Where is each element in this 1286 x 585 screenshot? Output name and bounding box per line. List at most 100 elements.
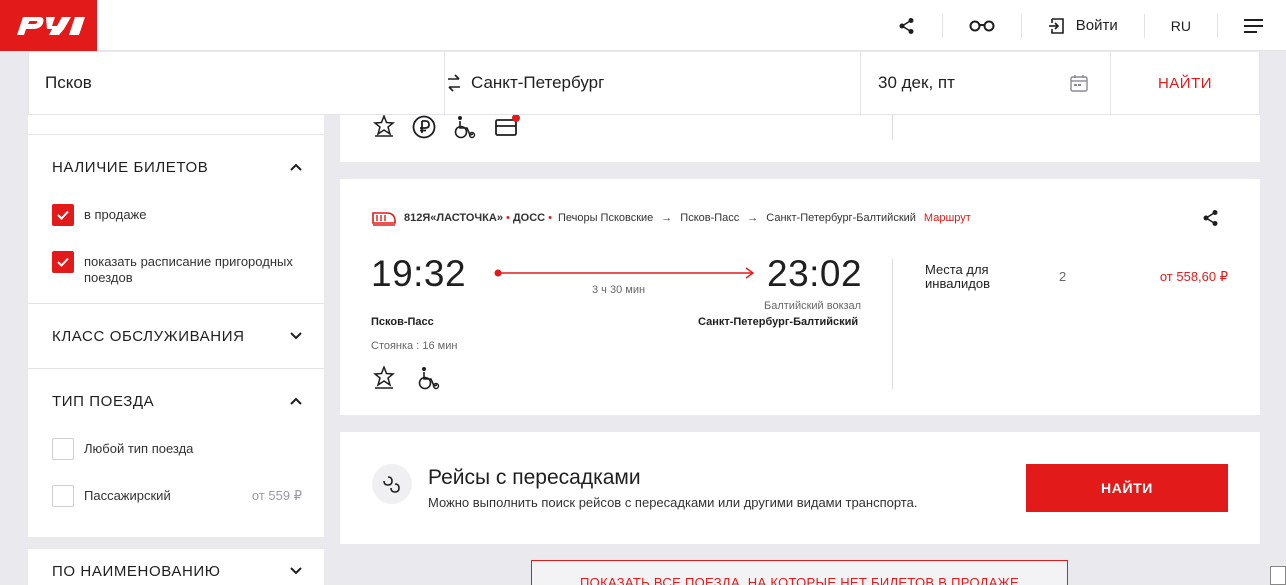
filter-any-train[interactable]: Любой тип поезда — [52, 438, 302, 460]
train-carrier: ДОСС — [512, 212, 546, 224]
filter-by-name-header[interactable]: ПО НАИМЕНОВАНИЮ — [52, 561, 302, 581]
calendar-icon[interactable] — [1070, 74, 1088, 92]
share-icon — [899, 17, 914, 34]
comfort-icon — [373, 366, 395, 389]
arrival-station: Санкт-Петербург-Балтийский — [698, 316, 859, 328]
filter-any-train-label: Любой тип поезда — [84, 441, 194, 456]
transfers-card: Рейсы с пересадками Можно выполнить поис… — [340, 432, 1260, 544]
show-all-trains-button[interactable]: ПОКАЗАТЬ ВСЕ ПОЕЗДА, НА КОТОРЫЕ НЕТ БИЛЕ… — [531, 560, 1068, 585]
share-icon[interactable] — [1202, 209, 1220, 227]
route-to: Санкт-Петербург-Балтийский — [766, 212, 916, 224]
show-all-label: ПОКАЗАТЬ ВСЕ ПОЕЗДА, НА КОТОРЫЕ НЕТ БИЛЕ… — [580, 575, 1019, 585]
train-route-line: 812Я«ЛАСТОЧКА» • ДОСС • Печоры Псковские… — [372, 210, 971, 226]
transfers-title: Рейсы с пересадками — [428, 466, 641, 489]
divider — [892, 259, 893, 389]
train-number: 812Я«ЛАСТОЧКА» — [404, 212, 503, 224]
train-card: 812Я«ЛАСТОЧКА» • ДОСС • Печоры Псковские… — [340, 179, 1260, 415]
journey-duration: 3 ч 30 мин — [592, 284, 646, 296]
departure-station: Псков-Пасс — [371, 316, 434, 328]
route-link[interactable]: Маршрут — [924, 212, 971, 224]
swap-stations-button[interactable] — [437, 72, 471, 94]
login-icon — [1048, 17, 1064, 34]
swap-icon — [448, 74, 460, 92]
login-button[interactable]: Войти — [1020, 13, 1144, 38]
divider — [28, 368, 324, 369]
from-station-value: Псков — [45, 73, 92, 92]
departure-time: 19:32 — [371, 253, 467, 294]
transfers-icon-wrap — [372, 464, 412, 504]
filter-by-name-section: ПО НАИМЕНОВАНИЮ — [28, 537, 324, 585]
arrival-time: 23:02 — [767, 253, 863, 294]
rzd-logo-icon — [16, 16, 85, 35]
filter-train-type-title: ТИП ПОЕЗДА — [52, 392, 155, 410]
divider — [28, 303, 324, 304]
top-header: Войти RU — [0, 0, 1286, 51]
search-bar: Псков Санкт-Петербург 30 дек, пт НАЙТИ — [28, 52, 1260, 115]
filter-class-header[interactable]: КЛАСС ОБСЛУЖИВАНИЯ — [52, 326, 302, 346]
divider — [28, 134, 324, 135]
comfort-icon — [373, 115, 395, 137]
header-actions: Войти RU — [872, 0, 1264, 51]
arrow-right-icon: → — [661, 212, 673, 224]
chevron-up-icon — [290, 397, 302, 405]
route-origin: Печоры Псковские — [557, 212, 654, 224]
from-station-field[interactable]: Псков — [29, 52, 445, 114]
filter-passenger[interactable]: Пассажирский от 559 ₽ — [52, 485, 302, 507]
to-station-field[interactable]: Санкт-Петербург — [445, 52, 861, 114]
transfer-icon — [383, 476, 400, 493]
language-label: RU — [1170, 17, 1191, 34]
filter-on-sale[interactable]: в продаже — [52, 204, 302, 226]
seat-price[interactable]: от 558,60 ₽ — [1160, 269, 1228, 285]
filter-availability-header[interactable]: НАЛИЧИЕ БИЛЕТОВ — [52, 157, 302, 177]
filter-by-name-title: ПО НАИМЕНОВАНИЮ — [52, 562, 221, 580]
divider — [892, 115, 893, 140]
accessibility-button[interactable] — [941, 13, 1021, 38]
filter-train-type-header[interactable]: ТИП ПОЕЗДА — [52, 391, 302, 411]
filter-suburban[interactable]: показать расписание пригородных поездов — [52, 251, 302, 286]
filter-on-sale-label: в продаже — [84, 207, 147, 222]
date-field[interactable]: 30 дек, пт — [861, 52, 1111, 114]
date-value: 30 дек, пт — [878, 73, 955, 92]
checkbox-passenger[interactable] — [52, 485, 74, 507]
filter-availability-title: НАЛИЧИЕ БИЛЕТОВ — [52, 158, 209, 176]
checkbox-any-train[interactable] — [52, 438, 74, 460]
journey-line — [494, 267, 755, 279]
chevron-down-icon — [290, 567, 302, 575]
route-from: Псков-Пасс — [680, 212, 740, 224]
checkmark-icon — [57, 257, 69, 267]
glasses-icon — [969, 20, 995, 31]
arrow-right-icon: → — [747, 212, 759, 224]
filters-sidebar: НАЛИЧИЕ БИЛЕТОВ в продаже показать распи… — [28, 115, 324, 585]
filter-suburban-label: показать расписание пригородных поездов — [84, 254, 293, 285]
filter-passenger-price: от 559 ₽ — [251, 488, 302, 503]
wheelchair-icon — [418, 367, 440, 390]
luggage-icon — [495, 115, 520, 136]
search-find-button[interactable]: НАЙТИ — [1111, 52, 1259, 114]
seat-count: 2 — [1059, 269, 1067, 284]
language-selector[interactable]: RU — [1143, 13, 1217, 38]
train-card-previous — [340, 115, 1260, 162]
transfers-find-button[interactable]: НАЙТИ — [1026, 464, 1228, 512]
share-button[interactable] — [872, 14, 942, 38]
train-icon — [372, 212, 396, 226]
login-label: Войти — [1075, 17, 1118, 34]
amenities-row — [373, 115, 520, 139]
transfers-subtitle: Можно выполнить поиск рейсов с пересадка… — [428, 495, 918, 510]
arrival-terminal: Балтийский вокзал — [764, 300, 862, 312]
ruble-icon — [412, 115, 436, 139]
chevron-down-icon — [290, 332, 302, 340]
seat-type: Места для инвалидов — [925, 262, 990, 291]
chevron-up-icon — [290, 163, 302, 171]
menu-button[interactable] — [1217, 13, 1264, 38]
search-find-label: НАЙТИ — [1157, 74, 1213, 92]
hamburger-icon — [1244, 18, 1263, 33]
checkbox-on-sale[interactable] — [52, 204, 74, 226]
widget-icon[interactable] — [1270, 566, 1286, 585]
to-station-value: Санкт-Петербург — [471, 73, 605, 92]
wheelchair-icon — [454, 116, 476, 139]
checkmark-icon — [57, 210, 69, 220]
filter-class-title: КЛАСС ОБСЛУЖИВАНИЯ — [52, 327, 245, 345]
amenities-row — [373, 366, 441, 390]
rzd-logo[interactable] — [0, 0, 97, 51]
checkbox-suburban[interactable] — [52, 251, 74, 273]
